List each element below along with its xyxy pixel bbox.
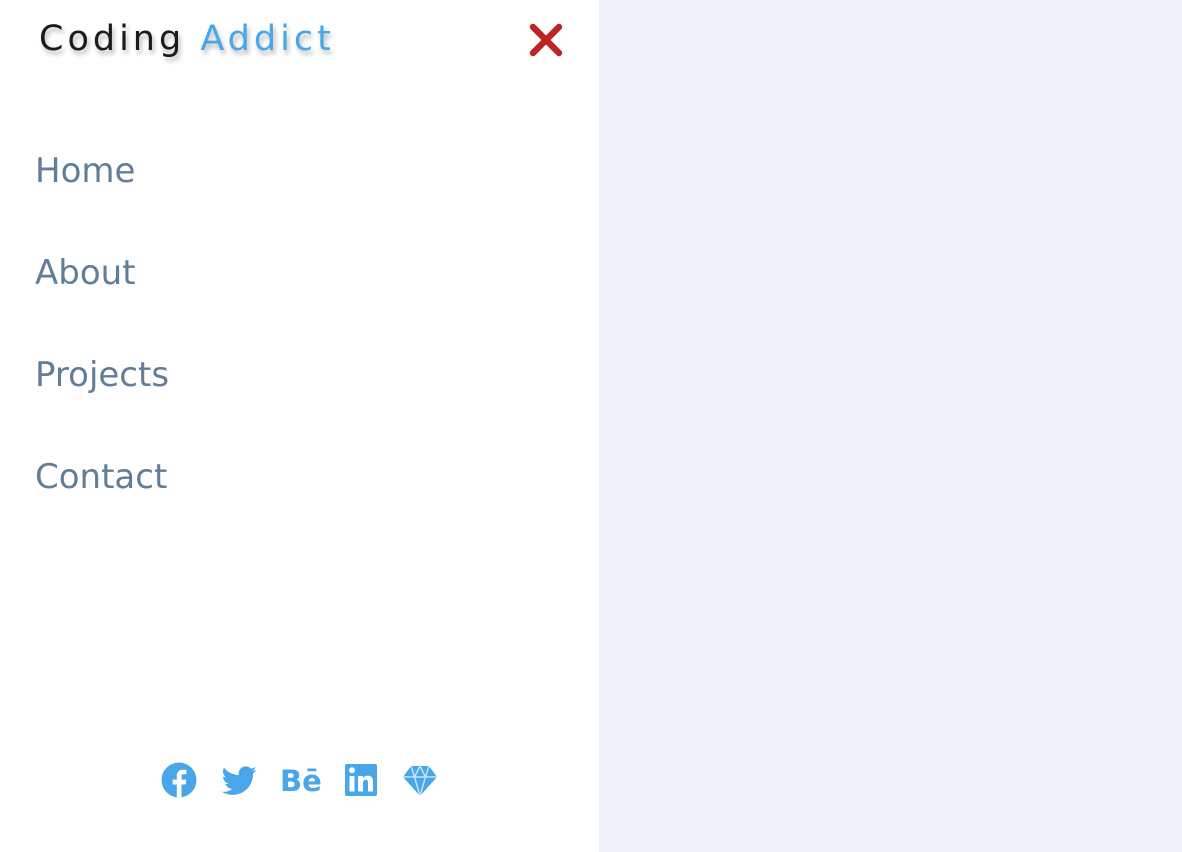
close-icon [529, 23, 563, 57]
sketch-icon [403, 764, 437, 799]
sketch-link[interactable] [400, 759, 440, 801]
nav-item-contact: Contact [0, 439, 599, 541]
nav-link-contact[interactable]: Contact [0, 439, 599, 515]
logo-word-addict: Addict [200, 19, 335, 59]
twitter-icon [221, 766, 257, 795]
linkedin-link[interactable] [342, 759, 382, 801]
main-area [599, 0, 1182, 852]
logo[interactable]: Coding Addict [39, 17, 335, 61]
nav-links: Home About Projects Contact [0, 133, 599, 541]
facebook-icon [161, 762, 197, 798]
page: Coding Addict Home About Projects Contac… [0, 0, 1182, 852]
facebook-link[interactable] [159, 759, 199, 801]
behance-link[interactable]: Bē [280, 759, 322, 801]
close-button[interactable] [526, 20, 566, 60]
linkedin-icon [345, 764, 377, 796]
nav-link-about[interactable]: About [0, 235, 599, 311]
twitter-link[interactable] [219, 759, 259, 801]
nav-link-projects[interactable]: Projects [0, 337, 599, 413]
svg-text:Bē: Bē [280, 764, 322, 798]
nav-link-home[interactable]: Home [0, 133, 599, 209]
social-icons: Bē [0, 759, 599, 801]
sidebar: Coding Addict Home About Projects Contac… [0, 0, 599, 852]
nav-item-about: About [0, 235, 599, 337]
nav-item-home: Home [0, 133, 599, 235]
nav-item-projects: Projects [0, 337, 599, 439]
sidebar-header: Coding Addict [0, 0, 599, 80]
behance-icon: Bē [280, 764, 322, 798]
logo-word-coding: Coding [39, 19, 186, 59]
